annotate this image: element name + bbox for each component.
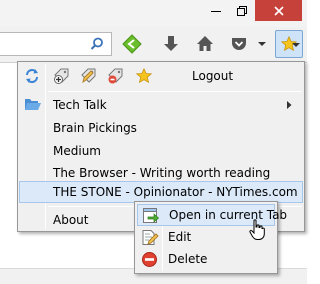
edit-tag-icon (81, 68, 96, 84)
pocket-button[interactable] (228, 33, 250, 55)
menu-item-tech-talk[interactable]: Tech Talk (20, 94, 302, 116)
nav-toolbar (0, 27, 307, 63)
submenu-item-label: Delete (168, 252, 208, 266)
menu-item-brain-pickings[interactable]: Brain Pickings (20, 117, 302, 139)
dropdown-icon (258, 41, 266, 46)
menu-item-the-stone[interactable]: THE STONE - Opinionator - NYTimes.com (19, 181, 303, 203)
favorite-button[interactable] (135, 67, 153, 85)
close-button[interactable] (255, 0, 302, 21)
minimize-icon (211, 10, 221, 12)
menu-icon-row: Logout (18, 62, 304, 90)
logout-button[interactable]: Logout (192, 69, 233, 83)
minimize-button[interactable] (203, 0, 229, 21)
home-icon (197, 36, 213, 51)
dropdown-icon (292, 43, 300, 47)
folder-icon (25, 99, 41, 110)
remove-bookmark-button[interactable] (107, 67, 125, 85)
star-icon (136, 68, 152, 84)
remove-tag-icon (108, 68, 123, 84)
menu-item-label: Tech Talk (53, 98, 107, 112)
open-in-tab-icon (143, 208, 160, 223)
menu-item-label: The Browser - Writing worth reading (53, 166, 271, 180)
delete-icon (142, 252, 157, 267)
sync-button[interactable] (23, 67, 41, 85)
downloads-button[interactable] (160, 33, 182, 55)
download-icon (164, 36, 178, 51)
add-tag-icon (54, 68, 69, 84)
submenu-arrow-icon (287, 101, 292, 109)
submenu-item-delete[interactable]: Delete (137, 249, 275, 271)
search-icon[interactable] (90, 37, 104, 51)
restore-button[interactable] (229, 0, 255, 21)
url-bar[interactable] (0, 32, 112, 56)
edit-bookmark-button[interactable] (80, 67, 98, 85)
green-arrow-icon (122, 34, 142, 54)
bookmarks-button[interactable] (275, 30, 303, 58)
pocket-icon (232, 38, 246, 50)
restore-icon (237, 5, 247, 16)
toolbar-dropdown[interactable] (256, 33, 268, 55)
green-arrow-button[interactable] (121, 33, 143, 55)
hand-cursor-icon (249, 219, 265, 240)
menu-item-label: About (53, 213, 89, 227)
edit-icon (142, 230, 159, 245)
submenu-item-label: Open in current Tab (169, 208, 288, 222)
menu-separator (48, 91, 302, 92)
menu-item-label: THE STONE - Opinionator - NYTimes.com (53, 185, 298, 199)
menu-item-label: Brain Pickings (53, 121, 137, 135)
home-button[interactable] (194, 33, 216, 55)
sync-icon (26, 69, 38, 83)
submenu-item-label: Edit (168, 230, 192, 244)
add-bookmark-button[interactable] (53, 67, 71, 85)
menu-item-label: Medium (53, 144, 101, 158)
menu-item-medium[interactable]: Medium (20, 140, 302, 162)
title-bar (0, 0, 307, 27)
close-icon (273, 5, 284, 16)
